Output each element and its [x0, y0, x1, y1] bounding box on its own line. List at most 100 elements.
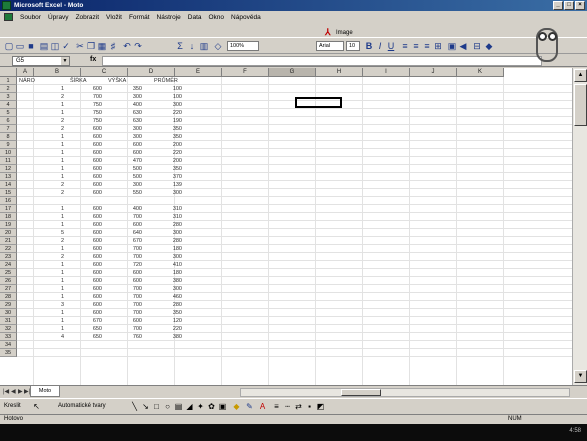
row-header[interactable]: 31	[0, 317, 17, 325]
table-cell[interactable]: 1	[34, 309, 64, 317]
draw-menu[interactable]: Kreslit	[4, 403, 21, 409]
row-header[interactable]: 4	[0, 101, 17, 109]
column-header[interactable]: J	[410, 68, 457, 77]
table-cell[interactable]: 700	[112, 253, 142, 261]
paste-icon[interactable]: ▦	[97, 41, 107, 51]
table-cell[interactable]: 1	[34, 261, 64, 269]
chevron-down-icon[interactable]: ▼	[61, 57, 69, 65]
row-header[interactable]: 1	[0, 77, 17, 85]
row-header[interactable]: 32	[0, 325, 17, 333]
table-cell[interactable]: 600	[112, 317, 142, 325]
font-color-icon[interactable]: A	[258, 402, 267, 411]
table-cell[interactable]: 100	[152, 93, 182, 101]
rectangle-icon[interactable]: □	[152, 402, 161, 411]
arrow-style-icon[interactable]: ⇄	[294, 402, 303, 411]
currency-icon[interactable]: ▣	[447, 41, 457, 51]
header-cell[interactable]: VÝŠKA	[108, 77, 126, 85]
table-cell[interactable]: 600	[72, 85, 102, 93]
row-header[interactable]: 16	[0, 197, 17, 205]
chart-wizard-icon[interactable]: ▥	[199, 41, 209, 51]
menu-view[interactable]: Zobrazit	[76, 14, 99, 21]
print-preview-icon[interactable]: ◫	[50, 41, 60, 51]
table-cell[interactable]: 600	[72, 173, 102, 181]
row-header[interactable]: 22	[0, 245, 17, 253]
table-cell[interactable]: 1	[34, 269, 64, 277]
row-header[interactable]: 28	[0, 293, 17, 301]
menu-data[interactable]: Data	[188, 14, 202, 21]
column-header[interactable]: K	[457, 68, 504, 77]
table-cell[interactable]: 700	[72, 93, 102, 101]
italic-icon[interactable]: I	[375, 41, 385, 51]
table-cell[interactable]: 600	[72, 157, 102, 165]
column-header[interactable]: I	[363, 68, 410, 77]
table-cell[interactable]: 650	[72, 325, 102, 333]
table-cell[interactable]: 1	[34, 85, 64, 93]
open-icon[interactable]: ▭	[15, 41, 25, 51]
dash-style-icon[interactable]: ┄	[283, 402, 292, 411]
table-cell[interactable]: 600	[72, 165, 102, 173]
table-cell[interactable]: 600	[72, 213, 102, 221]
row-header[interactable]: 33	[0, 333, 17, 341]
table-cell[interactable]: 1	[34, 317, 64, 325]
row-header[interactable]: 34	[0, 341, 17, 349]
row-header[interactable]: 7	[0, 125, 17, 133]
table-cell[interactable]: 220	[152, 325, 182, 333]
table-cell[interactable]: 5	[34, 229, 64, 237]
table-cell[interactable]: 600	[72, 141, 102, 149]
header-cell[interactable]: ŠÍŘKA	[70, 77, 87, 85]
horizontal-scroll-thumb[interactable]	[341, 389, 381, 396]
table-cell[interactable]: 1	[34, 101, 64, 109]
table-cell[interactable]: 1	[34, 109, 64, 117]
oval-icon[interactable]: ○	[163, 402, 172, 411]
column-header[interactable]: H	[316, 68, 363, 77]
table-cell[interactable]: 350	[152, 165, 182, 173]
spreadsheet-grid[interactable]: A B C D E F G H I J K 1 2 3 4 5 6 7 8 9 10 11 12 13 14 15 16 17 18 19…	[0, 68, 572, 385]
table-cell[interactable]: 350	[112, 85, 142, 93]
row-header[interactable]: 23	[0, 253, 17, 261]
wordart-icon[interactable]: ◢	[185, 402, 194, 411]
table-cell[interactable]: 650	[72, 333, 102, 341]
row-header[interactable]: 18	[0, 213, 17, 221]
table-cell[interactable]: 460	[152, 293, 182, 301]
table-cell[interactable]: 380	[152, 333, 182, 341]
table-cell[interactable]: 400	[112, 205, 142, 213]
table-cell[interactable]: 1	[34, 205, 64, 213]
table-cell[interactable]: 600	[72, 261, 102, 269]
table-cell[interactable]: 220	[152, 109, 182, 117]
minimize-button[interactable]: _	[553, 1, 563, 10]
format-painter-icon[interactable]: ♯	[108, 41, 118, 51]
table-cell[interactable]: 1	[34, 245, 64, 253]
clipart-icon[interactable]: ✿	[207, 402, 216, 411]
table-cell[interactable]: 600	[72, 293, 102, 301]
row-header[interactable]: 5	[0, 109, 17, 117]
underline-icon[interactable]: U	[386, 41, 396, 51]
table-cell[interactable]: 2	[34, 93, 64, 101]
table-cell[interactable]: 2	[34, 117, 64, 125]
menu-help[interactable]: Nápověda	[231, 14, 261, 21]
table-cell[interactable]: 220	[152, 149, 182, 157]
table-cell[interactable]: 280	[152, 221, 182, 229]
table-cell[interactable]	[72, 197, 102, 205]
table-cell[interactable]: 2	[34, 181, 64, 189]
table-cell[interactable]: 200	[152, 141, 182, 149]
diagram-icon[interactable]: ✦	[196, 402, 205, 411]
table-cell[interactable]: 640	[112, 229, 142, 237]
table-cell[interactable]: 380	[152, 277, 182, 285]
table-cell[interactable]: 1	[34, 141, 64, 149]
table-cell[interactable]: 1	[34, 149, 64, 157]
table-cell[interactable]: 1	[34, 277, 64, 285]
textbox-icon[interactable]: ▤	[174, 402, 183, 411]
row-header[interactable]: 35	[0, 349, 17, 357]
row-header[interactable]: 19	[0, 221, 17, 229]
table-cell[interactable]: 750	[72, 101, 102, 109]
table-cell[interactable]: 1	[34, 293, 64, 301]
table-cell[interactable]: 500	[112, 173, 142, 181]
align-right-icon[interactable]: ≡	[422, 41, 432, 51]
table-cell[interactable]: 200	[152, 157, 182, 165]
row-header[interactable]: 10	[0, 149, 17, 157]
bold-icon[interactable]: B	[364, 41, 374, 51]
table-cell[interactable]: 600	[72, 149, 102, 157]
table-cell[interactable]: 500	[112, 165, 142, 173]
pdf-button[interactable]: ⅄ Image	[325, 28, 353, 37]
table-cell[interactable]: 280	[152, 301, 182, 309]
